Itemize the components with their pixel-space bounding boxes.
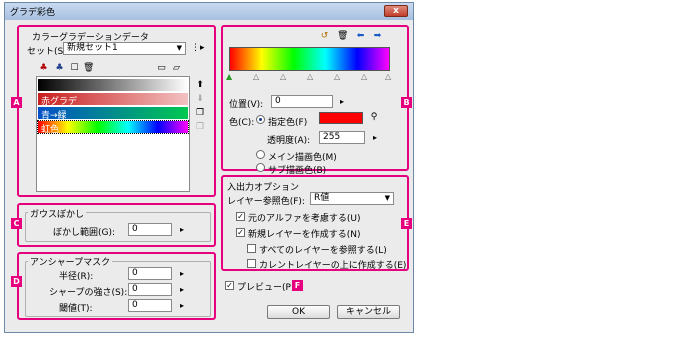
dialog-title: グラデ彩色 — [10, 8, 56, 18]
new-layer-checkbox[interactable]: ✓ — [236, 228, 245, 237]
title-bar — [5, 3, 413, 20]
set-select[interactable]: 新規セット1 ▼ — [63, 42, 186, 55]
keep-alpha-label: 元のアルファを考慮する(U) — [248, 214, 361, 224]
badge-c: C — [11, 218, 22, 229]
gradient-stop[interactable]: △ — [280, 72, 286, 81]
move-down-icon[interactable]: ⬇ — [194, 94, 206, 104]
above-current-label: カレントレイヤーの上に作成する(E) — [259, 261, 407, 271]
preview-checkbox[interactable]: ✓ — [225, 281, 234, 290]
sharpness-label: シャープの強さ(S): — [49, 288, 128, 298]
above-current-checkbox[interactable] — [247, 259, 256, 268]
blur-range-label: ぼかし範囲(G): — [53, 228, 116, 238]
sharpness-input[interactable]: 0 — [128, 283, 172, 296]
gradient-stop-selected[interactable]: ▲ — [226, 72, 232, 81]
opacity-arrow-icon[interactable]: ▸ — [373, 133, 377, 142]
radius-label: 半径(R): — [59, 272, 94, 282]
blur-range-input[interactable]: 0 — [128, 223, 172, 236]
gradient-stop[interactable]: △ — [385, 72, 391, 81]
radius-input[interactable]: 0 — [128, 267, 172, 280]
copy-icon[interactable]: ❐ — [194, 108, 206, 118]
gradient-stop[interactable]: △ — [361, 72, 367, 81]
threshold-arrow-icon[interactable]: ▸ — [180, 301, 184, 310]
io-options-title: 入出力オプション — [227, 183, 300, 193]
open-folder-icon[interactable]: ▱ — [171, 63, 182, 73]
specified-color-swatch[interactable] — [319, 112, 363, 124]
ref-color-select[interactable]: R値 ▼ — [310, 192, 394, 205]
reverse-icon[interactable]: ↺ — [319, 31, 330, 41]
ref-color-label: レイヤー参照色(F): — [227, 197, 305, 207]
sharpness-arrow-icon[interactable]: ▸ — [180, 285, 184, 294]
sub-color-radio[interactable] — [256, 163, 265, 172]
set-menu-icon[interactable]: ⋮▸ — [191, 43, 205, 53]
gradient-list-item[interactable] — [38, 79, 188, 91]
ref-color-select-value: R値 — [314, 193, 330, 203]
main-color-label: メイン描画色(M) — [268, 153, 337, 163]
gradient-list-item[interactable]: 虹色 — [37, 120, 189, 135]
new-layer-label: 新規レイヤーを作成する(N) — [248, 230, 361, 240]
specified-color-radio[interactable] — [256, 115, 265, 124]
color-label: 色(C): — [229, 118, 255, 128]
cancel-button[interactable]: キャンセル — [337, 305, 400, 319]
gradient-stop[interactable]: △ — [334, 72, 340, 81]
position-label: 位置(V): — [229, 100, 264, 110]
ok-button[interactable]: OK — [267, 305, 330, 319]
edit-gradient-icon[interactable]: ☐ — [69, 63, 80, 73]
gradient-preview-bar[interactable] — [229, 47, 390, 71]
threshold-label: 閾値(T): — [59, 304, 93, 314]
add-gradient-icon[interactable]: ♣ — [38, 63, 49, 73]
position-arrow-icon[interactable]: ▸ — [340, 97, 344, 106]
main-color-radio[interactable] — [256, 150, 265, 159]
opacity-label: 透明度(A): — [267, 136, 311, 146]
chevron-down-icon: ▼ — [384, 194, 390, 202]
gradient-list-item[interactable]: 青→緑 — [38, 107, 188, 121]
paste-icon[interactable]: ❐ — [194, 122, 206, 132]
save-icon[interactable]: ▭ — [156, 63, 167, 73]
move-up-icon[interactable]: ⬆ — [194, 80, 206, 90]
badge-e: E — [401, 218, 412, 229]
badge-d: D — [11, 276, 22, 287]
badge-f: F — [292, 280, 303, 291]
gradient-stop[interactable]: △ — [307, 72, 313, 81]
opacity-input[interactable]: 255 — [319, 131, 365, 144]
badge-a: A — [11, 97, 22, 108]
ref-all-layers-checkbox[interactable] — [247, 244, 256, 253]
radius-arrow-icon[interactable]: ▸ — [180, 269, 184, 278]
badge-b: B — [401, 97, 412, 108]
threshold-input[interactable]: 0 — [128, 299, 172, 312]
set-select-value: 新規セット1 — [67, 43, 118, 53]
gradient-list-item-label: 青→緑 — [41, 111, 67, 121]
gradient-list-item[interactable]: 赤グラデ — [38, 93, 188, 107]
gaussian-blur-title: ガウスぼかし — [28, 207, 87, 220]
arrow-right-icon[interactable]: ➡ — [372, 31, 383, 41]
unsharp-mask-title: アンシャープマスク — [28, 255, 113, 268]
eyedropper-icon[interactable]: ⚲ — [369, 112, 379, 122]
position-input[interactable]: 0 — [271, 95, 333, 108]
gradient-list-item-label: 虹色 — [41, 125, 60, 135]
blur-range-arrow-icon[interactable]: ▸ — [180, 225, 184, 234]
close-button[interactable]: x — [384, 5, 408, 17]
preview-label: プレビュー(P) — [237, 283, 295, 293]
ref-all-layers-label: すべてのレイヤーを参照する(L) — [259, 246, 387, 256]
trash-icon[interactable]: 🗑 — [337, 31, 348, 41]
specified-color-label: 指定色(F) — [268, 118, 308, 128]
duplicate-gradient-icon[interactable]: ♣ — [54, 63, 65, 73]
keep-alpha-checkbox[interactable]: ✓ — [236, 212, 245, 221]
arrow-left-icon[interactable]: ⬅ — [355, 31, 366, 41]
trash-icon[interactable]: 🗑 — [83, 63, 94, 73]
chevron-down-icon: ▼ — [176, 44, 182, 52]
gradient-stop[interactable]: △ — [253, 72, 259, 81]
gradient-list-item-label: 赤グラデ — [41, 97, 78, 107]
